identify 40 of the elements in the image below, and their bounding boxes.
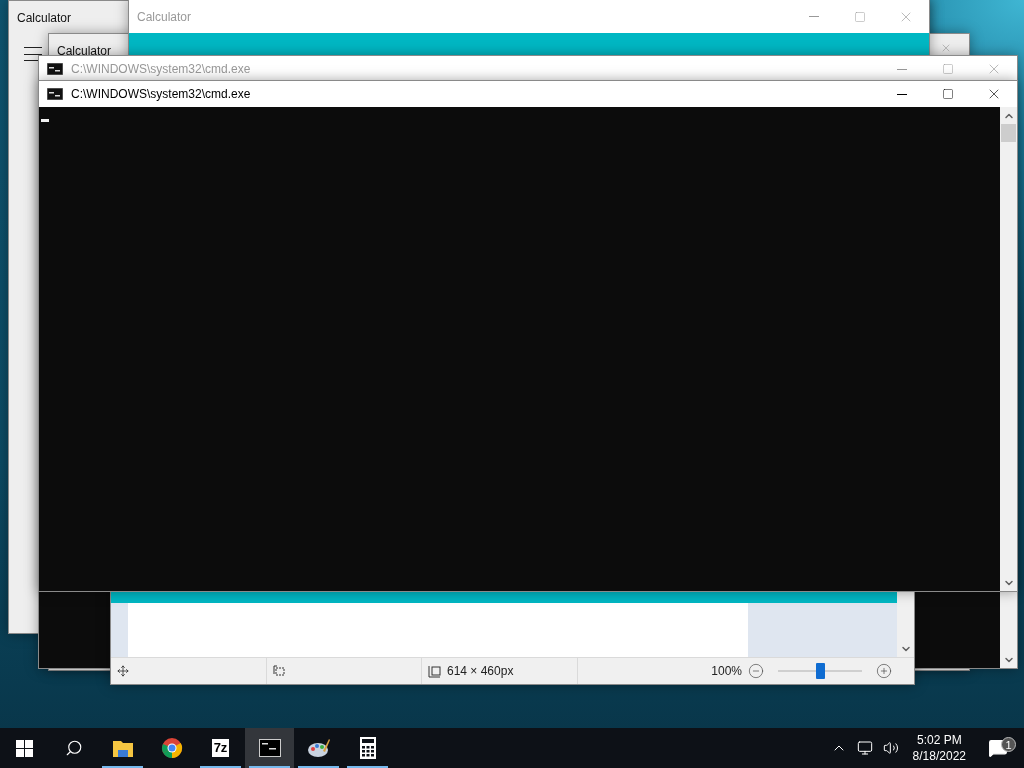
palette-icon — [306, 737, 331, 759]
clock-button[interactable]: 5:02 PM 8/18/2022 — [906, 733, 972, 763]
folder-icon — [111, 738, 134, 758]
console-icon — [47, 63, 63, 75]
zoom-out-button[interactable] — [748, 663, 764, 679]
image-size-icon — [428, 664, 441, 678]
maximize-icon — [854, 10, 866, 23]
calculator-icon — [359, 737, 376, 759]
taskbar-button[interactable] — [245, 728, 294, 768]
minimize-icon — [809, 16, 819, 17]
taskbar-button[interactable]: 7z — [196, 728, 245, 768]
monitor-icon — [856, 740, 873, 756]
scroll-thumb[interactable] — [1001, 124, 1016, 142]
zoom-level: 100% — [711, 664, 742, 678]
notification-count: 1 — [1001, 737, 1016, 752]
window-title: C:\WINDOWS\system32\cmd.exe — [71, 62, 251, 76]
console-icon — [258, 739, 281, 757]
speaker-icon — [882, 740, 899, 756]
window-title: C:\WINDOWS\system32\cmd.exe — [71, 87, 251, 101]
zoom-thumb[interactable] — [816, 663, 825, 679]
image-size: 614 × 460px — [447, 664, 514, 678]
notifications-button[interactable]: 1 — [978, 738, 1018, 758]
window-title: Calculator — [17, 10, 72, 25]
zoom-in-button[interactable] — [876, 663, 892, 679]
text-cursor — [41, 119, 49, 122]
selection-icon — [273, 664, 286, 678]
close-icon — [940, 42, 952, 54]
search-icon — [64, 739, 83, 757]
archive-label: 7z — [211, 739, 230, 757]
scrollbar[interactable] — [1000, 107, 1017, 591]
windows-icon — [16, 739, 33, 757]
move-icon — [117, 665, 129, 677]
maximize-icon — [942, 88, 954, 100]
window-title: Calculator — [137, 9, 192, 24]
maximize-icon — [942, 63, 954, 75]
minimize-icon — [897, 68, 907, 70]
console-icon — [47, 88, 63, 100]
browser-icon — [160, 737, 183, 759]
window-title: Calculator — [57, 43, 112, 58]
minimize-icon — [897, 93, 907, 95]
